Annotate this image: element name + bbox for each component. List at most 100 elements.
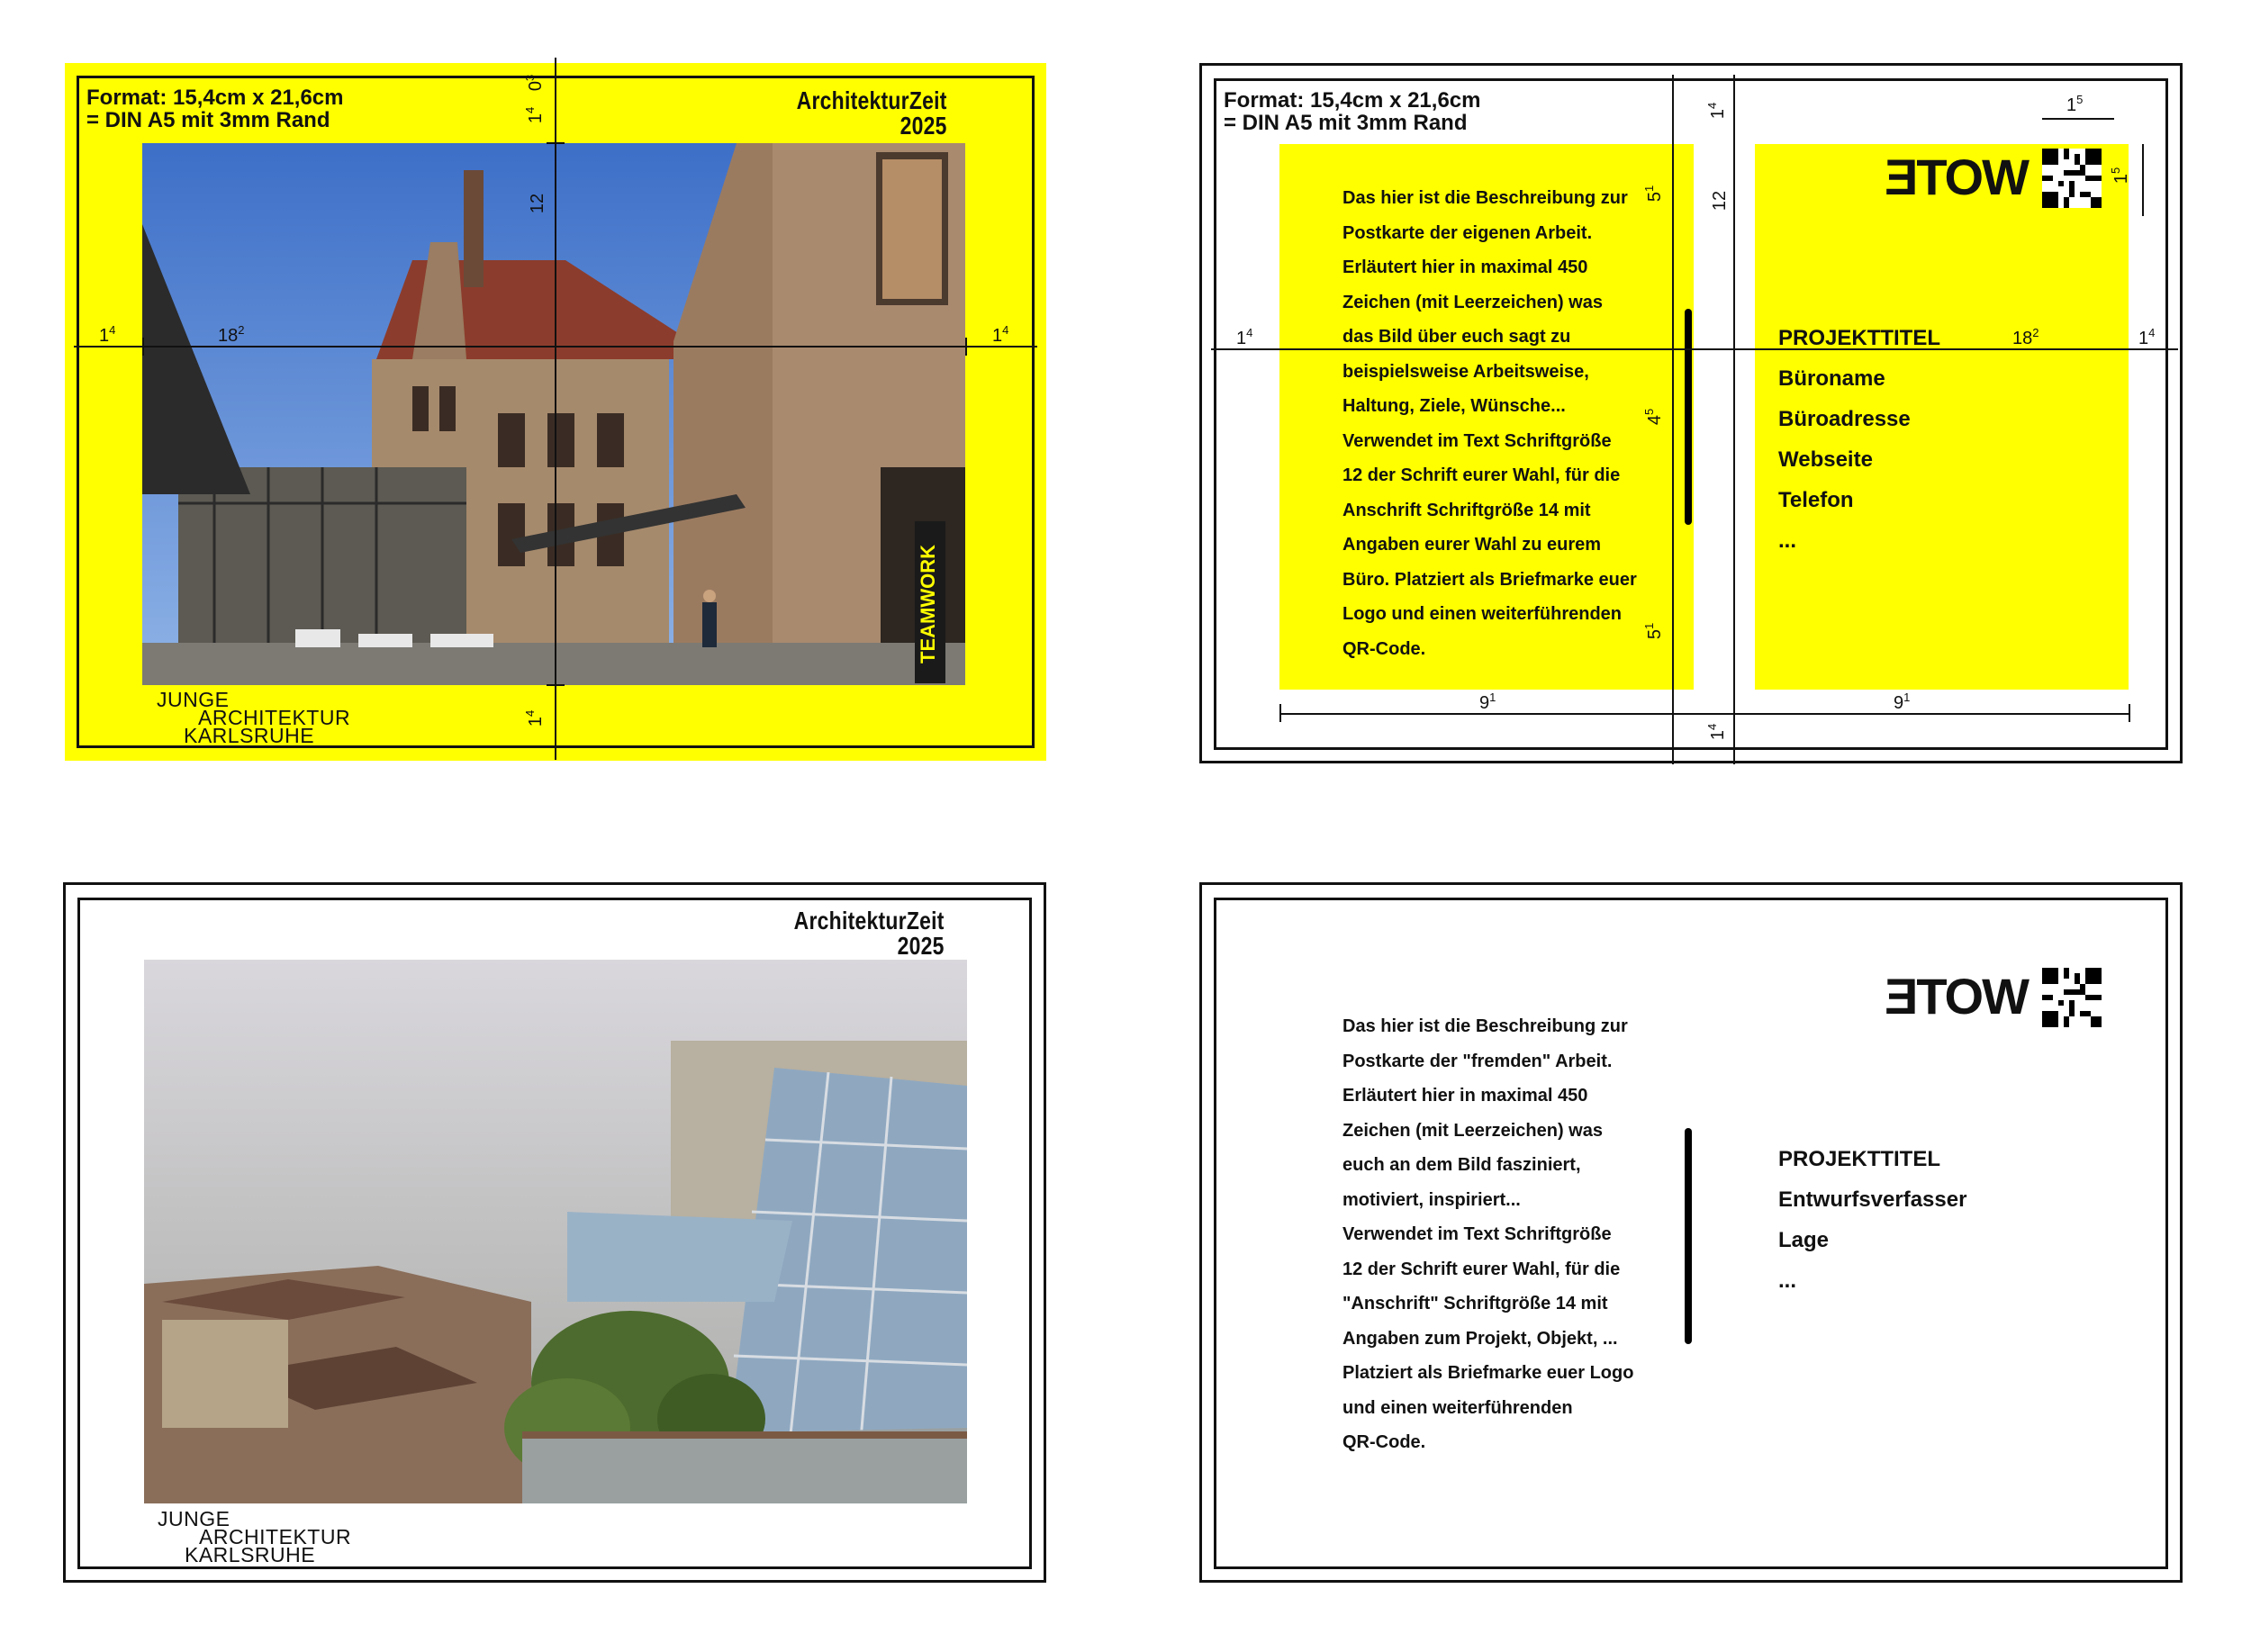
dim-label-qr-width: 15 bbox=[2066, 93, 2084, 115]
photo-courtyard-building: TEAMWORK bbox=[142, 143, 965, 685]
format-line-1: Format: 15,4cm x 21,6cm bbox=[86, 86, 344, 110]
description-line: 12 der Schrift eurer Wahl, für die bbox=[1342, 1259, 1621, 1279]
address-line: PROJEKTTITEL bbox=[1778, 326, 1941, 350]
description-line: Zeichen (mit Leerzeichen) was bbox=[1342, 292, 1603, 312]
address-line: Entwurfsverfasser bbox=[1778, 1187, 1967, 1212]
dim-label-left: 14 bbox=[99, 323, 116, 346]
postcard-back-example: ƎTOW Das hier ist die Beschreibung zur P… bbox=[1199, 882, 2183, 1583]
description-line: motiviert, inspiriert... bbox=[1342, 1189, 1521, 1210]
description-line: Erläutert hier in maximal 450 bbox=[1342, 257, 1588, 277]
dim-label-bar: 45 bbox=[1642, 408, 1666, 426]
dim-label-bottom: 14 bbox=[523, 709, 547, 727]
brand-line-2: 2025 bbox=[899, 112, 947, 140]
dim-tick bbox=[965, 338, 967, 356]
brand-line-1: ArchitekturZeit bbox=[797, 86, 947, 114]
dim-label-top-small: 03 bbox=[523, 74, 547, 92]
description-line: und einen weiterführenden bbox=[1342, 1397, 1573, 1418]
postcard-front-template: Format: 15,4cm x 21,6cm = DIN A5 mit 3mm… bbox=[65, 58, 1046, 761]
jak-logo: JUNGE ARCHITEKTUR KARLSRUHE bbox=[157, 690, 350, 747]
description-text: Das hier ist die Beschreibung zur Postka… bbox=[1342, 1009, 1633, 1460]
dim-line-qr-w bbox=[2042, 118, 2114, 120]
format-note: Format: 15,4cm x 21,6cm = DIN A5 mit 3mm… bbox=[1224, 89, 1480, 134]
dim-tick bbox=[547, 684, 565, 686]
format-line-2: = DIN A5 mit 3mm Rand bbox=[86, 108, 330, 132]
brand-title: ArchitekturZeit 2025 bbox=[794, 908, 945, 959]
jak-line-3: KARLSRUHE bbox=[185, 1543, 316, 1566]
foggy-town-illustration bbox=[144, 960, 967, 1503]
postcard-front-example: ArchitekturZeit 2025 JUNGE ARCHITEKTUR K… bbox=[63, 882, 1046, 1583]
brand-line-1: ArchitekturZeit bbox=[794, 907, 945, 934]
dim-label-qr-height: 15 bbox=[2109, 167, 2132, 185]
description-line: Haltung, Ziele, Wünsche... bbox=[1342, 396, 1566, 416]
dim-label-half-left: 91 bbox=[1479, 691, 1496, 713]
postcard-back-template: Format: 15,4cm x 21,6cm = DIN A5 mit 3mm… bbox=[1199, 63, 2183, 764]
dim-line-qr-h bbox=[2142, 144, 2144, 216]
description-line: Angaben eurer Wahl zu eurem bbox=[1342, 535, 1602, 555]
dim-tick bbox=[142, 338, 144, 356]
courtyard-illustration bbox=[142, 143, 965, 685]
address-line: ... bbox=[1778, 528, 1797, 553]
dim-line-bottom bbox=[1279, 713, 2129, 715]
address-line: Büroadresse bbox=[1778, 407, 1911, 431]
description-line: Das hier ist die Beschreibung zur bbox=[1342, 1016, 1628, 1036]
divider-bar bbox=[1685, 309, 1692, 525]
divider-bar bbox=[1685, 1128, 1692, 1344]
description-line: euch an dem Bild fasziniert, bbox=[1342, 1155, 1581, 1175]
jak-logo: JUNGE ARCHITEKTUR KARLSRUHE bbox=[158, 1509, 351, 1566]
photo-sign-text: TEAMWORK bbox=[917, 545, 939, 664]
description-line: Postkarte der eigenen Arbeit. bbox=[1342, 222, 1593, 243]
description-line: Zeichen (mit Leerzeichen) was bbox=[1342, 1120, 1603, 1141]
dim-label-width: 182 bbox=[2012, 326, 2039, 348]
format-line-2: = DIN A5 mit 3mm Rand bbox=[1224, 111, 1468, 135]
dim-label-half-right: 91 bbox=[1894, 691, 1911, 713]
address-line: ... bbox=[1778, 1268, 1797, 1293]
description-line: QR-Code. bbox=[1342, 638, 1426, 659]
address-block: PROJEKTTITEL Entwurfsverfasser Lage ... bbox=[1778, 1139, 1966, 1301]
dim-line-vertical bbox=[1733, 75, 1735, 764]
address-line: PROJEKTTITEL bbox=[1778, 1147, 1941, 1171]
jak-line-3: KARLSRUHE bbox=[184, 724, 315, 747]
dim-label-gap-top: 51 bbox=[1642, 185, 1666, 203]
brand-title: ArchitekturZeit 2025 bbox=[797, 88, 947, 139]
dim-label-left: 14 bbox=[1236, 326, 1253, 348]
description-line: Angaben zum Projekt, Objekt, ... bbox=[1342, 1328, 1618, 1349]
description-line: 12 der Schrift eurer Wahl, für die bbox=[1342, 465, 1621, 485]
description-line: Verwendet im Text Schriftgröße bbox=[1342, 430, 1612, 451]
address-line: Telefon bbox=[1778, 488, 1854, 512]
description-line: QR-Code. bbox=[1342, 1432, 1426, 1452]
description-line: Büro. Platziert als Briefmarke euer bbox=[1342, 569, 1637, 590]
address-line: Büroname bbox=[1778, 366, 1885, 391]
dim-label-right: 14 bbox=[992, 323, 1009, 346]
logo-wordmark: ƎTOW bbox=[1885, 149, 2030, 205]
dim-label-gap-bottom: 51 bbox=[1642, 622, 1666, 640]
dim-tick bbox=[2129, 704, 2130, 722]
dim-label-height: 12 bbox=[1710, 190, 1731, 212]
dim-label-top: 14 bbox=[523, 106, 547, 124]
logo-wordmark: ƎTOW bbox=[1885, 968, 2030, 1025]
brand-line-2: 2025 bbox=[897, 932, 945, 960]
format-note: Format: 15,4cm x 21,6cm = DIN A5 mit 3mm… bbox=[86, 86, 343, 131]
format-line-1: Format: 15,4cm x 21,6cm bbox=[1224, 88, 1481, 113]
description-line: Das hier ist die Beschreibung zur bbox=[1342, 188, 1628, 208]
description-line: Postkarte der "fremden" Arbeit. bbox=[1342, 1051, 1613, 1071]
address-block: PROJEKTTITEL Büroname Büroadresse Websei… bbox=[1778, 318, 1940, 561]
qr-code-icon bbox=[2042, 968, 2102, 1027]
dim-label-right: 14 bbox=[2138, 326, 2156, 348]
description-line: Verwendet im Text Schriftgröße bbox=[1342, 1224, 1612, 1244]
description-line: beispielsweise Arbeitsweise, bbox=[1342, 361, 1589, 382]
dim-label-top: 14 bbox=[1705, 102, 1729, 120]
description-line: Anschrift Schriftgröße 14 mit bbox=[1342, 500, 1591, 520]
dim-label-height: 12 bbox=[528, 193, 548, 214]
description-line: Logo und einen weiterführenden bbox=[1342, 604, 1622, 624]
dim-label-width: 182 bbox=[218, 323, 245, 346]
address-line: Lage bbox=[1778, 1228, 1830, 1252]
description-text: Das hier ist die Beschreibung zur Postka… bbox=[1342, 181, 1637, 666]
address-line: Webseite bbox=[1778, 447, 1873, 472]
dim-line-vertical bbox=[1672, 75, 1674, 764]
description-line: "Anschrift" Schriftgröße 14 mit bbox=[1342, 1294, 1608, 1313]
photo-foggy-town bbox=[144, 960, 967, 1503]
dim-line-vertical bbox=[555, 58, 556, 760]
dim-tick bbox=[547, 142, 565, 144]
dim-line-horizontal bbox=[1211, 348, 2178, 350]
qr-code-icon bbox=[2042, 149, 2102, 208]
